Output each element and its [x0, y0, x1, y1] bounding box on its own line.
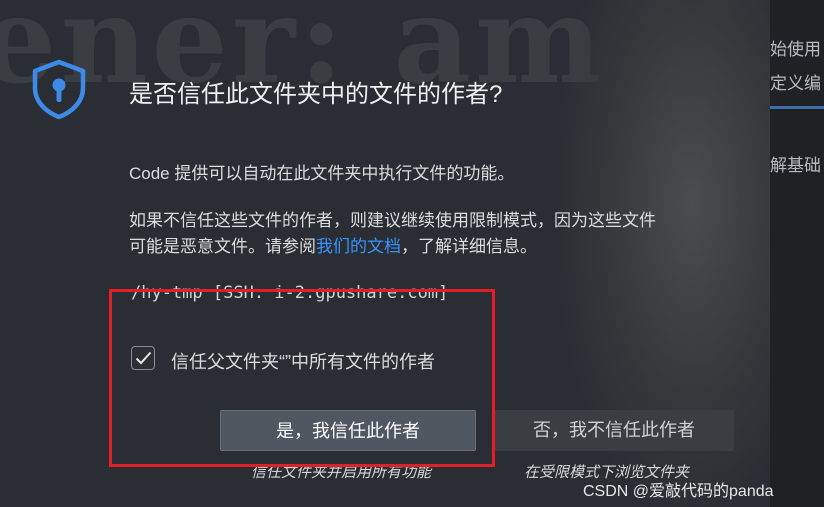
background-panel-line-3: 解基础	[770, 156, 821, 175]
workspace-trust-dialog: 是否信任此文件夹中的文件的作者? Code 提供可以自动在此文件夹中执行文件的功…	[0, 0, 770, 507]
shield-lock-icon	[28, 58, 90, 120]
background-panel-line-1: 始使用	[770, 40, 821, 59]
background-panel-line-2: 定义编	[770, 74, 821, 93]
dialog-description-line-2: 如果不信任这些文件的作者，则建议继续使用限制模式，因为这些文件	[129, 211, 656, 230]
docs-link[interactable]: 我们的文档	[316, 237, 401, 256]
background-panel-progress	[770, 106, 824, 109]
description-suffix: ，了解详细信息。	[401, 237, 537, 256]
dialog-title: 是否信任此文件夹中的文件的作者?	[129, 81, 503, 108]
red-annotation-box	[109, 289, 495, 467]
distrust-button[interactable]: 否，我不信任此作者	[494, 410, 734, 451]
description-prefix: 可能是恶意文件。请参阅	[129, 237, 316, 256]
dialog-description-line-3: 可能是恶意文件。请参阅我们的文档，了解详细信息。	[129, 232, 537, 257]
dialog-description-line-1: Code 提供可以自动在此文件夹中执行文件的功能。	[129, 164, 515, 183]
csdn-watermark: CSDN @爱敲代码的panda	[583, 483, 774, 500]
screenshot-stage: ener: am 始使用 定义编 解基础 是否信任此文件夹中的文件的作者? Co…	[0, 0, 824, 507]
